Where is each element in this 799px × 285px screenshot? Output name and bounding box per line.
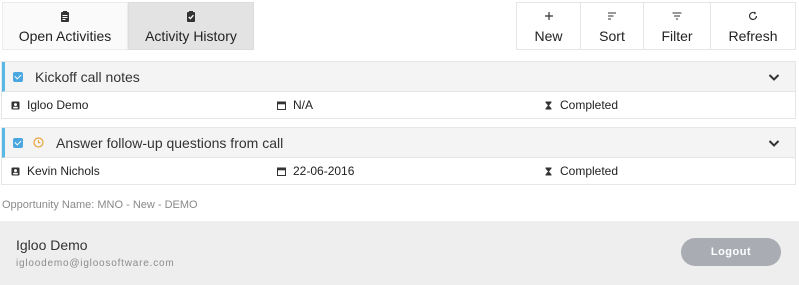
hourglass-icon: [545, 101, 552, 109]
date-value: N/A: [293, 98, 314, 112]
user-email: igloodemo@igloosoftware.com: [16, 258, 175, 269]
activity-card: Kickoff call notes Igloo Demo N/A Comple…: [1, 61, 796, 119]
tab-bar: Open Activities Activity History: [2, 2, 254, 50]
hourglass-icon: [545, 167, 552, 175]
chevron-down-icon[interactable]: [767, 70, 781, 84]
sort-button[interactable]: Sort: [581, 2, 644, 50]
activity-card: Answer follow-up questions from call Kev…: [1, 127, 796, 185]
logout-button[interactable]: Logout: [681, 238, 781, 266]
refresh-label: Refresh: [728, 28, 778, 44]
user-name: Igloo Demo: [16, 237, 88, 253]
activity-details: Kevin Nichols 22-06-2016 Completed: [2, 158, 795, 184]
tab-label: Activity History: [145, 28, 237, 44]
date-value: 22-06-2016: [293, 164, 355, 178]
activity-date: N/A: [277, 98, 313, 112]
plus-icon: [544, 12, 553, 20]
filter-button[interactable]: Filter: [644, 2, 711, 50]
filter-icon: [672, 12, 682, 20]
clock-icon: [33, 137, 44, 148]
tab-activity-history[interactable]: Activity History: [128, 2, 254, 50]
clipboard-check-icon: [187, 11, 195, 22]
contact-card-icon: [11, 167, 20, 175]
activity-contact: Kevin Nichols: [11, 164, 100, 178]
chevron-down-icon[interactable]: [767, 136, 781, 150]
contact-name: Kevin Nichols: [27, 164, 100, 178]
toolbar: New Sort Filter Refresh: [516, 2, 796, 50]
tab-open-activities[interactable]: Open Activities: [2, 2, 128, 50]
sort-icon: [608, 12, 616, 20]
activity-title: Answer follow-up questions from call: [56, 134, 284, 151]
clipboard-icon: [61, 11, 69, 22]
refresh-icon: [748, 11, 758, 20]
activity-title: Kickoff call notes: [35, 68, 140, 85]
checkbox-checked[interactable]: [13, 137, 23, 148]
user-footer: Igloo Demo igloodemo@igloosoftware.com L…: [0, 221, 799, 285]
activity-status: Completed: [544, 164, 618, 178]
activity-details: Igloo Demo N/A Completed: [2, 92, 795, 118]
opportunity-name: Opportunity Name: MNO - New - DEMO: [2, 199, 198, 211]
tab-label: Open Activities: [18, 28, 112, 44]
calendar-icon: [277, 167, 286, 176]
activity-status: Completed: [544, 98, 618, 112]
contact-name: Igloo Demo: [27, 98, 89, 112]
refresh-button[interactable]: Refresh: [711, 2, 796, 50]
filter-label: Filter: [661, 28, 693, 44]
activity-header[interactable]: Kickoff call notes: [2, 62, 795, 92]
new-label: New: [534, 28, 563, 44]
checkbox-checked[interactable]: [13, 71, 23, 82]
activity-header[interactable]: Answer follow-up questions from call: [2, 128, 795, 158]
status-value: Completed: [560, 164, 619, 178]
status-value: Completed: [560, 98, 619, 112]
sort-label: Sort: [599, 28, 625, 44]
activity-date: 22-06-2016: [277, 164, 354, 178]
contact-card-icon: [11, 101, 20, 109]
calendar-icon: [277, 101, 286, 110]
new-button[interactable]: New: [516, 2, 581, 50]
activity-contact: Igloo Demo: [11, 98, 88, 112]
